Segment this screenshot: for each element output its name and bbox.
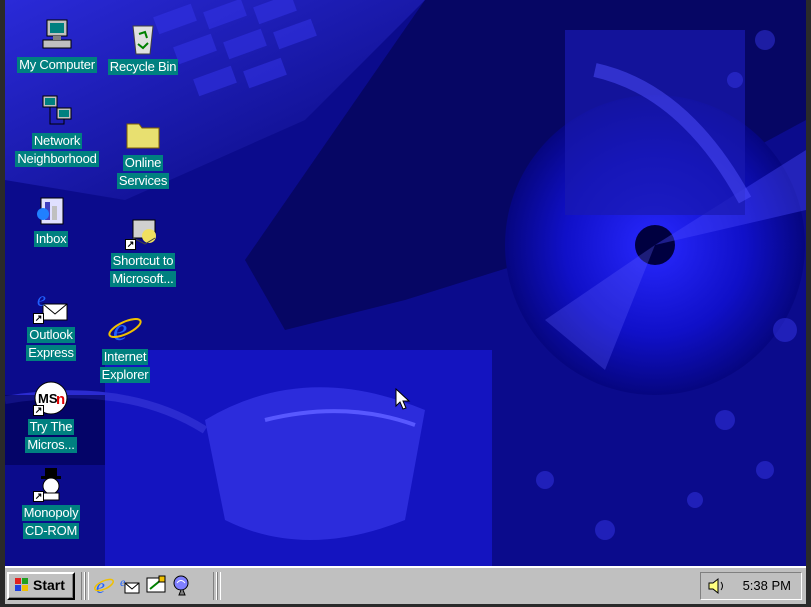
svg-text:e: e bbox=[96, 576, 105, 596]
desktop-icon-monopoly[interactable]: ↗ Monopoly CD-ROM bbox=[9, 466, 93, 540]
microsoft-shortcut-icon: ↗ bbox=[125, 214, 161, 250]
desktop-icon-label: Outlook bbox=[27, 327, 75, 343]
desktop-icon-online-services[interactable]: Online Services bbox=[101, 116, 185, 190]
svg-text:n: n bbox=[56, 391, 65, 408]
outlook-express-icon[interactable]: e bbox=[119, 574, 141, 596]
svg-text:e: e bbox=[113, 311, 127, 346]
folder-icon bbox=[125, 116, 161, 152]
desktop-icon-label: CD-ROM bbox=[22, 523, 80, 539]
taskbar-separator bbox=[217, 572, 221, 600]
desktop-icon-label: Neighborhood bbox=[15, 151, 99, 167]
windows-logo-icon bbox=[15, 578, 28, 591]
desktop-icon-label: Microsoft... bbox=[110, 271, 176, 287]
msn-icon: MS n ↗ bbox=[33, 380, 69, 416]
system-tray: 5:38 PM bbox=[700, 572, 802, 600]
desktop-icon-inbox[interactable]: Inbox bbox=[9, 192, 93, 248]
desktop-icon-label: Explorer bbox=[99, 367, 151, 383]
shortcut-arrow-icon: ↗ bbox=[33, 313, 44, 324]
desktop-icon-label: Recycle Bin bbox=[107, 59, 179, 75]
svg-text:e: e bbox=[37, 289, 46, 311]
show-desktop-icon[interactable] bbox=[145, 574, 167, 596]
internet-explorer-icon: e bbox=[107, 310, 143, 347]
desktop-icon-label: Network bbox=[31, 133, 83, 149]
outlook-express-icon: e ↗ bbox=[33, 288, 69, 324]
shortcut-arrow-icon: ↗ bbox=[33, 405, 44, 416]
desktop-icon-label: Shortcut to bbox=[110, 253, 176, 269]
desktop-icon-shortcut-microsoft[interactable]: ↗ Shortcut to Microsoft... bbox=[101, 214, 185, 288]
network-icon bbox=[39, 94, 75, 130]
desktop-icon-label: Services bbox=[116, 173, 170, 189]
desktop-icon-label: Express bbox=[26, 345, 76, 361]
shortcut-arrow-icon: ↗ bbox=[125, 239, 136, 250]
desktop-icon-label: Inbox bbox=[33, 231, 69, 247]
start-button[interactable]: Start bbox=[7, 572, 75, 600]
shortcut-arrow-icon: ↗ bbox=[33, 491, 44, 502]
desktop-screen: My Computer Recycle Bin Network Neighbor… bbox=[5, 0, 806, 604]
desktop-icon-network-neighborhood[interactable]: Network Neighborhood bbox=[9, 94, 105, 168]
taskbar-separator bbox=[85, 572, 89, 600]
channels-icon[interactable] bbox=[171, 574, 193, 596]
svg-text:MS: MS bbox=[38, 391, 58, 406]
desktop-icon-outlook-express[interactable]: e ↗ Outlook Express bbox=[9, 288, 93, 362]
mouse-cursor-icon bbox=[395, 388, 411, 410]
svg-text:e: e bbox=[120, 575, 126, 589]
desktop-icon-label: My Computer bbox=[17, 57, 97, 73]
start-label: Start bbox=[33, 577, 65, 593]
desktop-icon-recycle-bin[interactable]: Recycle Bin bbox=[101, 20, 185, 76]
desktop-icon-label: Internet bbox=[101, 349, 149, 365]
desktop-icon-try-msn[interactable]: MS n ↗ Try The Micros... bbox=[9, 380, 93, 454]
desktop-icon-my-computer[interactable]: My Computer bbox=[15, 18, 99, 74]
internet-explorer-icon[interactable]: e bbox=[93, 574, 115, 596]
taskbar: Start e e 5:38 PM bbox=[5, 566, 806, 604]
desktop-icon-label: Online bbox=[122, 155, 164, 171]
inbox-icon bbox=[33, 192, 69, 228]
monopoly-icon: ↗ bbox=[33, 466, 69, 502]
desktop-icon-label: Monopoly bbox=[21, 505, 81, 521]
computer-icon bbox=[39, 18, 75, 54]
clock[interactable]: 5:38 PM bbox=[743, 578, 791, 593]
desktop-icon-label: Try The bbox=[27, 419, 75, 435]
desktop-icon-internet-explorer[interactable]: e Internet Explorer bbox=[83, 310, 167, 384]
recycle-bin-icon bbox=[125, 20, 161, 56]
volume-icon[interactable] bbox=[707, 577, 727, 595]
desktop-icon-label: Micros... bbox=[25, 437, 77, 453]
